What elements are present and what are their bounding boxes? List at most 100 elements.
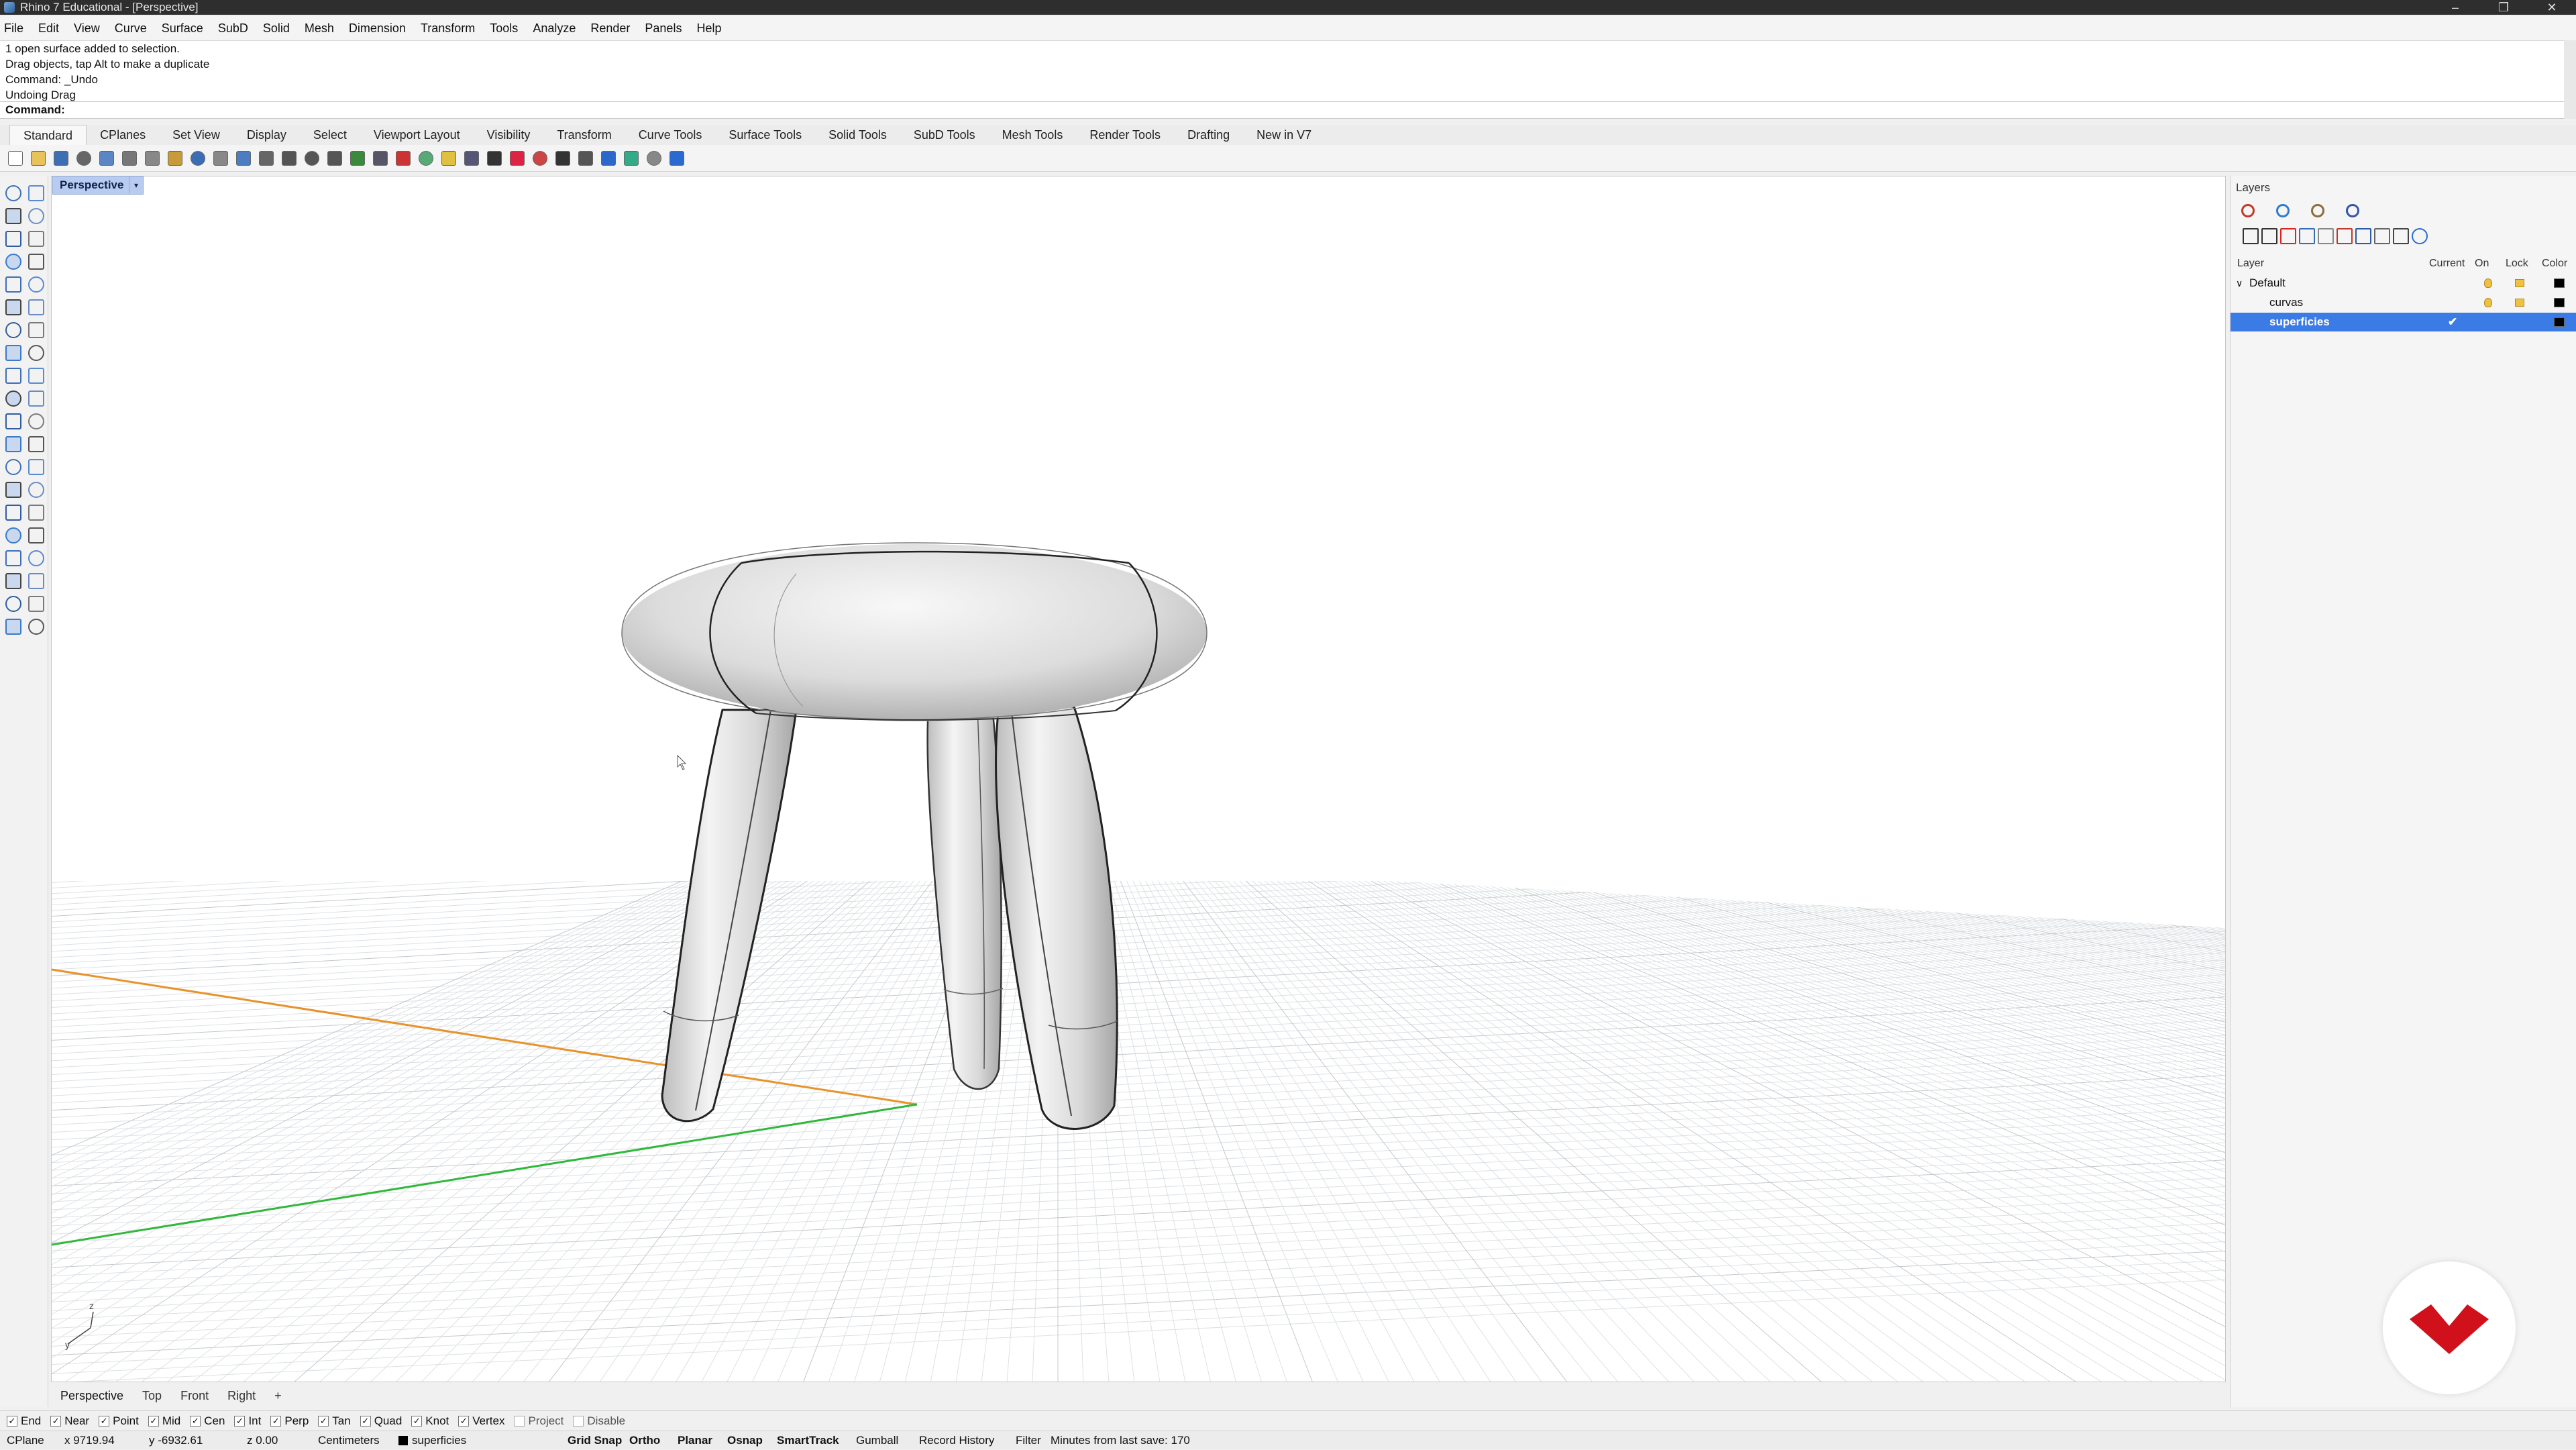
osnap-tan[interactable]: ✓ Tan	[318, 1414, 351, 1428]
curve-icon[interactable]	[28, 208, 44, 224]
osnap-checkbox[interactable]	[573, 1415, 584, 1427]
osnap-checkbox[interactable]: ✓	[411, 1415, 423, 1427]
status-toggle-grid-snap[interactable]: Grid Snap	[568, 1431, 622, 1450]
rectangle-icon[interactable]	[5, 254, 21, 270]
delete-layer-icon[interactable]	[2280, 228, 2296, 244]
help-icon[interactable]	[2412, 228, 2428, 244]
new-icon[interactable]	[8, 151, 23, 166]
check-icon[interactable]	[5, 596, 21, 612]
menu-edit[interactable]: Edit	[38, 21, 59, 36]
sphere-icon[interactable]	[28, 322, 44, 338]
tab-standard[interactable]: Standard	[9, 125, 87, 145]
minimize-button[interactable]: –	[2431, 0, 2479, 15]
menu-dimension[interactable]: Dimension	[349, 21, 406, 36]
stool-back-leg[interactable]	[926, 705, 1002, 1090]
options-icon[interactable]	[647, 151, 661, 166]
group-icon[interactable]	[28, 596, 44, 612]
circle-icon[interactable]	[5, 231, 21, 247]
render-icon[interactable]	[5, 573, 21, 589]
osnap-disable[interactable]: Disable	[573, 1414, 625, 1428]
osnap-checkbox[interactable]: ✓	[99, 1415, 110, 1427]
copy-icon[interactable]	[28, 391, 44, 407]
osnap-vertex[interactable]: ✓ Vertex	[458, 1414, 504, 1428]
column-header-layer[interactable]: Layer	[2237, 258, 2264, 270]
hide-icon[interactable]	[5, 619, 21, 635]
osnap-end[interactable]: ✓ End	[7, 1414, 41, 1428]
status-toggle-smarttrack[interactable]: SmartTrack	[777, 1431, 839, 1450]
status-toggle-osnap[interactable]: Osnap	[727, 1431, 763, 1450]
analyze-icon[interactable]	[28, 573, 44, 589]
move-down-icon[interactable]	[2318, 228, 2334, 244]
layer-color-swatch[interactable]	[2554, 298, 2565, 307]
extrude-icon[interactable]	[5, 345, 21, 361]
menu-surface[interactable]: Surface	[162, 21, 203, 36]
tab-render-tools[interactable]: Render Tools	[1076, 125, 1174, 145]
status-toggle-gumball[interactable]: Gumball	[856, 1431, 898, 1450]
scale-icon[interactable]	[28, 413, 44, 429]
osnap-checkbox[interactable]: ✓	[458, 1415, 470, 1427]
restore-button[interactable]: ❐	[2479, 0, 2528, 15]
join-icon[interactable]	[5, 459, 21, 475]
menu-subd[interactable]: SubD	[218, 21, 248, 36]
named-views-icon[interactable]	[419, 151, 433, 166]
rotate-icon[interactable]	[350, 151, 365, 166]
move-to-parent-icon[interactable]	[2337, 228, 2353, 244]
copy-icon[interactable]	[145, 151, 160, 166]
tab-display[interactable]: Display	[233, 125, 300, 145]
status-layer-color-swatch[interactable]	[398, 1436, 408, 1445]
osnap-checkbox[interactable]: ✓	[50, 1415, 62, 1427]
osnap-quad[interactable]: ✓ Quad	[360, 1414, 402, 1428]
layer-current-check[interactable]: ✔	[2448, 313, 2457, 331]
osnap-mid[interactable]: ✓ Mid	[148, 1414, 180, 1428]
osnap-checkbox[interactable]: ✓	[360, 1415, 371, 1427]
materials-icon[interactable]	[578, 151, 593, 166]
osnap-checkbox[interactable]: ✓	[270, 1415, 282, 1427]
zoom-selected-icon[interactable]	[327, 151, 342, 166]
tab-cplanes[interactable]: CPlanes	[87, 125, 159, 145]
tab-new-in-v7[interactable]: New in V7	[1243, 125, 1325, 145]
osnap-checkbox[interactable]	[514, 1415, 525, 1427]
status-toggle-record-history[interactable]: Record History	[919, 1431, 994, 1450]
arc-icon[interactable]	[28, 231, 44, 247]
viewport-tab-top[interactable]: Top	[142, 1389, 162, 1403]
osnap-checkbox[interactable]: ✓	[234, 1415, 246, 1427]
new-layer-icon[interactable]	[2243, 228, 2259, 244]
status-toggle-filter[interactable]: Filter	[1016, 1431, 1041, 1450]
properties-tab-icon[interactable]	[2306, 199, 2330, 223]
layer-lock-icon[interactable]	[2515, 279, 2524, 287]
undo-icon[interactable]	[191, 151, 205, 166]
tab-visibility[interactable]: Visibility	[474, 125, 544, 145]
dimension-icon[interactable]	[28, 505, 44, 521]
lock-icon[interactable]	[487, 151, 502, 166]
tab-viewport-layout[interactable]: Viewport Layout	[360, 125, 474, 145]
freeform-icon[interactable]	[28, 276, 44, 293]
viewport-title-tab[interactable]: Perspective	[52, 176, 131, 195]
point-icon[interactable]	[28, 185, 44, 201]
rotate-icon[interactable]	[5, 413, 21, 429]
viewport-tab-add[interactable]: +	[274, 1389, 282, 1403]
move-icon[interactable]	[5, 391, 21, 407]
color-icon[interactable]	[510, 151, 525, 166]
display-mode-icon[interactable]	[464, 151, 479, 166]
tab-set-view[interactable]: Set View	[159, 125, 233, 145]
tab-subd-tools[interactable]: SubD Tools	[900, 125, 989, 145]
new-sublayer-icon[interactable]	[2261, 228, 2277, 244]
loft-icon[interactable]	[28, 299, 44, 315]
layer-row[interactable]: ∨ Default	[2231, 274, 2576, 293]
select-icon[interactable]	[5, 185, 21, 201]
command-line[interactable]: Command:	[0, 101, 2576, 119]
osnap-checkbox[interactable]: ✓	[7, 1415, 17, 1427]
grid-snap-icon[interactable]	[5, 527, 21, 543]
environment-icon[interactable]	[601, 151, 616, 166]
box-icon[interactable]	[5, 322, 21, 338]
cplane-icon[interactable]	[396, 151, 411, 166]
layer-options-icon[interactable]	[2374, 228, 2390, 244]
split-icon[interactable]	[28, 482, 44, 498]
command-scrollbar[interactable]	[2564, 40, 2576, 119]
materials-tab-icon[interactable]	[2271, 199, 2295, 223]
osnap-cen[interactable]: ✓ Cen	[190, 1414, 225, 1428]
osnap-near[interactable]: ✓ Near	[50, 1414, 89, 1428]
osnap-checkbox[interactable]: ✓	[148, 1415, 159, 1427]
status-toggle-ortho[interactable]: Ortho	[629, 1431, 660, 1450]
cut-icon[interactable]	[122, 151, 137, 166]
